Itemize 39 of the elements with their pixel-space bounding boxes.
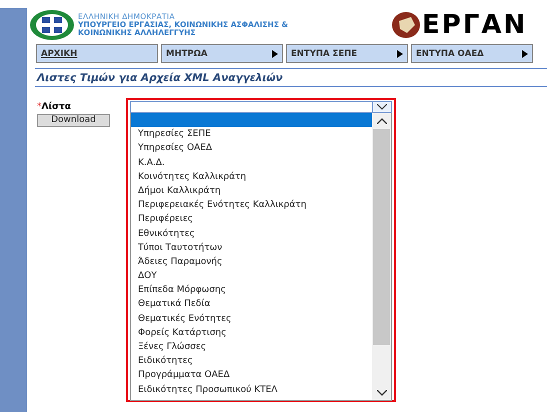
- scrollbar[interactable]: [372, 113, 391, 400]
- emblem-icon: [28, 9, 76, 41]
- dropdown-option[interactable]: Εθνικότητες: [131, 226, 372, 241]
- dropdown-option[interactable]: Ειδικότητες: [131, 354, 372, 368]
- dropdown-option[interactable]: Κοινότητες Καλλικράτη: [131, 170, 372, 184]
- list-dropdown[interactable]: [130, 101, 392, 113]
- dropdown-option[interactable]: Περιφέρειες: [131, 212, 372, 226]
- submenu-arrow-icon: [397, 50, 403, 58]
- dropdown-option[interactable]: Τύποι Ταυτοτήτων: [131, 240, 372, 255]
- dropdown-option[interactable]: Επίπεδα Μόρφωσης: [131, 283, 372, 298]
- scroll-thumb[interactable]: [373, 129, 390, 345]
- dropdown-option[interactable]: Δήμοι Καλλικράτη: [131, 184, 372, 198]
- page-title: Λιστες Τιμών για Αρχεία XML Αναγγελιών: [36, 72, 283, 84]
- menu-item[interactable]: ΜΗΤΡΩΑ: [161, 44, 283, 63]
- menu-item[interactable]: ΕΝΤΥΠΑ ΟΑΕΔ: [411, 44, 533, 63]
- dropdown-option[interactable]: Υπηρεσίες ΟΑΕΔ: [131, 141, 372, 156]
- dropdown-option[interactable]: Προγράμματα ΟΑΕΔ: [131, 368, 372, 383]
- dropdown-option[interactable]: Κ.Α.Δ.: [131, 156, 372, 170]
- menu-item[interactable]: ΕΝΤΥΠΑ ΣΕΠΕ: [286, 44, 408, 63]
- scroll-down-icon[interactable]: [376, 390, 386, 396]
- dropdown-option[interactable]: Ξένες Γλώσσες: [131, 340, 372, 354]
- dropdown-option[interactable]: Ειδικότητες Προσωπικού ΚΤΕΛ: [131, 382, 372, 397]
- chevron-down-icon: [377, 104, 387, 110]
- dropdown-option[interactable]: Άδειες Παραμονής: [131, 254, 372, 270]
- download-button[interactable]: Download: [37, 114, 110, 127]
- blank-option[interactable]: [131, 113, 372, 128]
- brand-name: ΕΡΓΑΝ: [422, 11, 528, 39]
- field-label: Λίστα: [42, 102, 71, 112]
- dropdown-option[interactable]: ΔΟΥ: [131, 269, 372, 284]
- required-mark: *: [37, 102, 42, 112]
- dropdown-option[interactable]: Περιφερειακές Ενότητες Καλλικράτη: [131, 198, 372, 212]
- submenu-arrow-icon: [272, 50, 278, 58]
- dropdown-option[interactable]: Υπηρεσίες ΣΕΠΕ: [131, 127, 372, 142]
- submenu-arrow-icon: [522, 50, 528, 58]
- scroll-up-icon[interactable]: [376, 118, 386, 124]
- dropdown-option[interactable]: Φορείς Κατάρτισης: [131, 326, 372, 340]
- menu-item[interactable]: ΑΡΧΙΚΗ: [36, 44, 158, 63]
- dropdown-option[interactable]: Θεματικές Ενότητες: [131, 312, 372, 326]
- dropdown-option[interactable]: Θεματικά Πεδία: [131, 297, 372, 312]
